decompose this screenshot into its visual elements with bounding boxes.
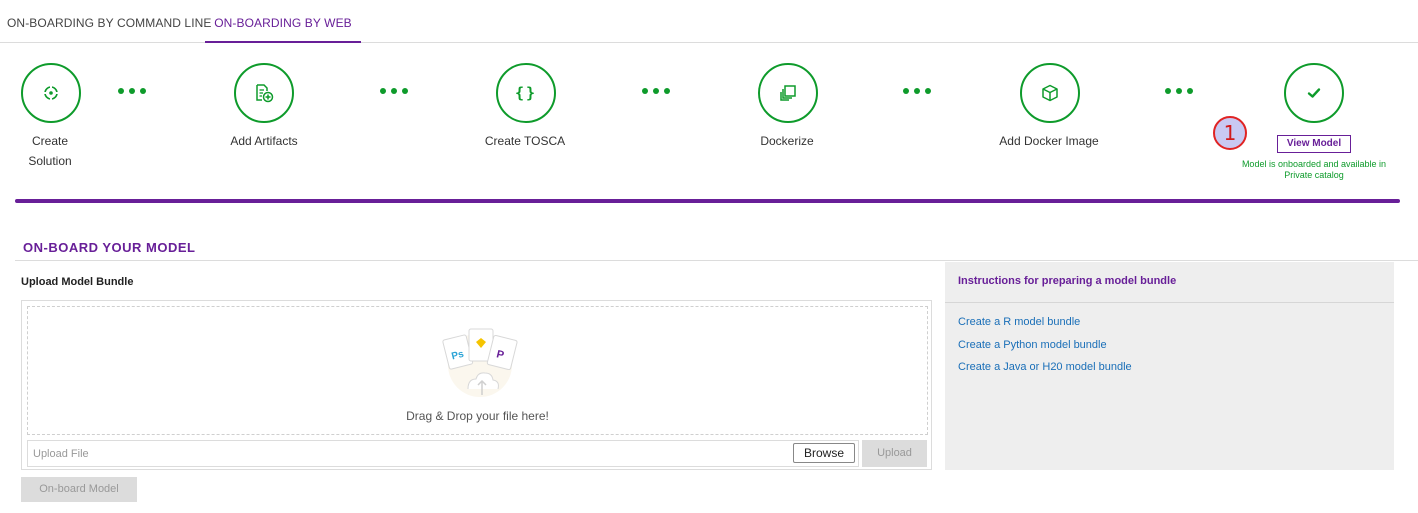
link-python-model-bundle[interactable]: Create a Python model bundle xyxy=(958,339,1107,351)
tab-web[interactable]: ON-BOARDING BY WEB xyxy=(205,0,361,43)
progress-bar xyxy=(15,199,1400,203)
step-label-create-tosca: Create TOSCA xyxy=(484,134,566,148)
onboard-status-message: Model is onboarded and available in Priv… xyxy=(1241,159,1387,180)
file-upload-illustration-icon: Ps P xyxy=(442,328,518,397)
step-label-line: Create xyxy=(31,134,69,148)
step-create-tosca[interactable]: {} xyxy=(496,63,556,123)
instructions-panel: Instructions for preparing a model bundl… xyxy=(945,262,1394,470)
link-java-h20-model-bundle[interactable]: Create a Java or H20 model bundle xyxy=(958,361,1132,373)
step-label-create-solution: Create Solution xyxy=(10,131,90,171)
step-complete[interactable] xyxy=(1284,63,1344,123)
step-label-add-docker-image: Add Docker Image xyxy=(999,134,1099,148)
layers-icon xyxy=(780,85,796,101)
step-connector xyxy=(118,84,151,94)
drop-zone[interactable]: Ps P Drag & Drop your file here! xyxy=(27,306,928,435)
instructions-title: Instructions for preparing a model bundl… xyxy=(958,275,1177,287)
onboard-model-button[interactable]: On-board Model xyxy=(21,477,137,502)
step-connector xyxy=(380,84,413,94)
browse-button[interactable]: Browse xyxy=(793,443,855,463)
braces-icon: {} xyxy=(514,84,538,102)
step-add-docker-image[interactable] xyxy=(1020,63,1080,123)
cube-icon xyxy=(1042,84,1058,102)
step-connector xyxy=(642,84,675,94)
view-model-button[interactable]: View Model xyxy=(1277,135,1351,153)
step-create-solution[interactable] xyxy=(21,63,81,123)
tab-bar: ON-BOARDING BY COMMAND LINE ON-BOARDING … xyxy=(0,0,1418,43)
document-add-icon xyxy=(256,84,274,103)
section-title: ON-BOARD YOUR MODEL xyxy=(23,240,196,255)
target-icon xyxy=(43,85,59,101)
step-connector xyxy=(903,84,936,94)
drop-zone-text: Drag & Drop your file here! xyxy=(406,409,549,423)
upload-button[interactable]: Upload xyxy=(862,440,927,467)
step-connector xyxy=(1165,84,1198,94)
step-label-line: Solution xyxy=(28,154,72,168)
step-label-dockerize: Dockerize xyxy=(760,134,814,148)
upload-file-input[interactable]: Upload File xyxy=(27,440,859,467)
upload-panel: Ps P Drag & Drop your file here! Upload … xyxy=(21,300,932,470)
upload-title: Upload Model Bundle xyxy=(21,276,134,288)
step-label-add-artifacts: Add Artifacts xyxy=(230,134,298,148)
tab-command-line[interactable]: ON-BOARDING BY COMMAND LINE xyxy=(7,0,212,43)
step-dockerize[interactable] xyxy=(758,63,818,123)
annotation-marker: 1 xyxy=(1213,116,1247,150)
section-divider xyxy=(15,260,1418,261)
instructions-divider xyxy=(945,302,1394,303)
link-r-model-bundle[interactable]: Create a R model bundle xyxy=(958,316,1080,328)
step-add-artifacts[interactable] xyxy=(234,63,294,123)
check-icon xyxy=(1307,88,1321,98)
